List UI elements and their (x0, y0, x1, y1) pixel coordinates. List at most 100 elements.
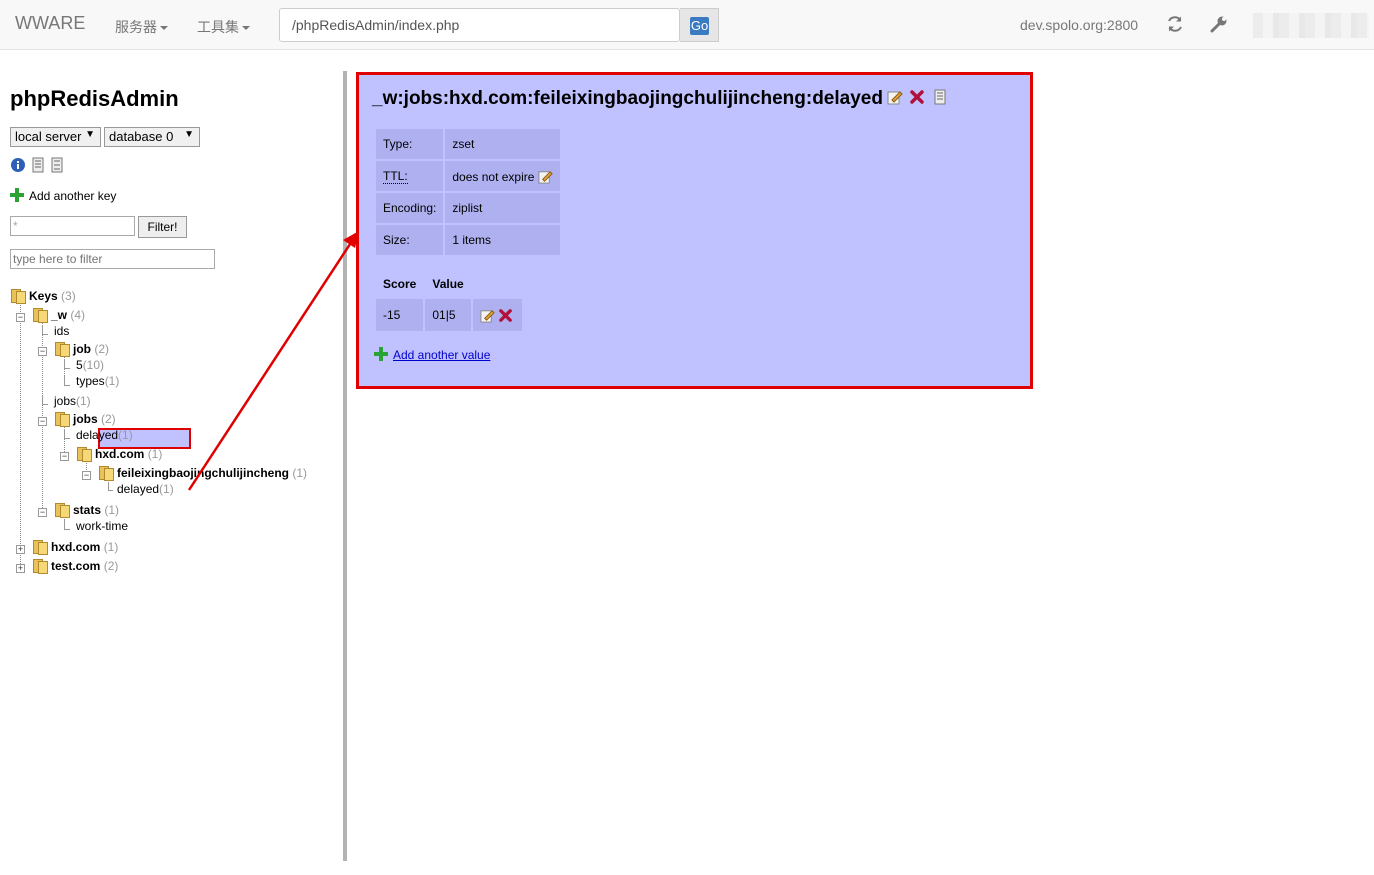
folder-icon (77, 446, 92, 462)
tree-node-jobs[interactable]: jobs (2) (55, 411, 116, 427)
tree-leaf-selected-delayed[interactable]: delayed(1) (108, 482, 174, 496)
collapse-toggle[interactable]: − (38, 347, 47, 356)
tree-line (20, 302, 21, 570)
col-score-header: Score (383, 277, 417, 291)
info-value: zset (445, 129, 561, 159)
tree-node-label: types (76, 374, 105, 388)
delete-value-icon[interactable] (498, 308, 513, 323)
info-value: does not expire (445, 161, 561, 191)
tree-node-w[interactable]: _w (4) (33, 307, 86, 323)
go-button[interactable]: Go (680, 8, 719, 42)
add-value-link[interactable]: Add another value (374, 347, 490, 362)
tree-node-hxd-top[interactable]: hxd.com (1) (33, 539, 118, 555)
info-label: Type: (376, 129, 444, 159)
tree-line (108, 482, 113, 491)
key-detail-panel: _w:jobs:hxd.com:feileixingbaojingchuliji… (356, 72, 1033, 389)
tree-node-count: (1) (118, 428, 133, 442)
zset-values-table: Score Value -15 01|5 (374, 269, 524, 333)
col-actions-header (473, 271, 522, 297)
export-key-icon[interactable] (932, 89, 948, 105)
tree-node-label: delayed (76, 428, 119, 442)
values-header-row: Score Value (376, 271, 522, 297)
tree-node-feilei[interactable]: feileixingbaojingchulijincheng (1) (99, 465, 308, 481)
tree-line (64, 429, 70, 439)
ttl-abbr: TTL: (383, 169, 408, 184)
tree-node-count: (2) (103, 559, 119, 573)
tree-line (64, 376, 70, 386)
wrench-icon[interactable] (1210, 15, 1228, 33)
expand-toggle[interactable]: + (16, 545, 25, 554)
server-host: dev.spolo.org:2800 (1020, 17, 1139, 33)
key-info-table: Type: zset TTL: does not expire Encoding: z… (374, 127, 562, 257)
tree-leaf-work-time[interactable]: work-time (76, 519, 128, 533)
folder-icon (99, 465, 114, 481)
tree-node-job[interactable]: job (2) (55, 341, 109, 357)
info-row-size: Size: 1 items (376, 225, 561, 255)
user-avatar-blurred[interactable] (1253, 13, 1369, 38)
info-row-encoding: Encoding: ziplist (376, 193, 561, 223)
col-value-header: Value (432, 277, 464, 291)
collapse-toggle[interactable]: − (38, 508, 47, 517)
tree-node-label: hxd.com (95, 447, 145, 461)
tree-leaf-jobs-delayed[interactable]: delayed(1) (76, 428, 133, 442)
expand-toggle[interactable]: + (16, 564, 25, 573)
folder-icon (11, 288, 26, 304)
tree-node-label: Keys (29, 289, 58, 303)
tree-node-count: (1) (104, 503, 120, 517)
tree-node-count: (1) (76, 394, 91, 408)
collapse-toggle[interactable]: − (82, 471, 91, 480)
plus-icon (374, 347, 388, 361)
tree-node-label: job (73, 342, 91, 356)
info-value: 1 items (445, 225, 561, 255)
folder-icon (33, 307, 48, 323)
tree-leaf-job-types[interactable]: types(1) (76, 374, 119, 388)
table-row: -15 01|5 (376, 299, 522, 331)
refresh-icon[interactable] (1166, 15, 1184, 33)
folder-icon (55, 502, 70, 518)
tree-node-count: (1) (159, 482, 174, 496)
tree-node-stats[interactable]: stats (1) (55, 502, 120, 518)
tree-leaf-jobs[interactable]: jobs(1) (54, 394, 91, 408)
collapse-toggle[interactable]: − (38, 417, 47, 426)
key-name: _w:jobs:hxd.com:feileixingbaojingchuliji… (372, 88, 883, 109)
tree-node-hxd-inner[interactable]: hxd.com (1) (77, 446, 163, 462)
info-label: TTL: (376, 161, 444, 191)
tree-leaf-ids[interactable]: ids (54, 324, 69, 338)
tree-node-count: (1) (104, 374, 120, 388)
tree-node-label: hxd.com (51, 540, 101, 554)
edit-value-icon[interactable] (480, 308, 495, 323)
pane-resizer[interactable] (343, 71, 347, 861)
tree-node-label: ids (54, 324, 70, 338)
folder-icon (55, 341, 70, 357)
ttl-value: does not expire (452, 169, 535, 184)
tree-line (64, 359, 70, 369)
delete-key-icon[interactable] (909, 89, 925, 105)
add-value-label[interactable]: Add another value (393, 348, 490, 362)
tree-leaf-job-5[interactable]: 5(10) (76, 358, 104, 372)
rename-pencil-icon[interactable] (887, 89, 903, 105)
row-value: 01|5 (425, 299, 471, 331)
tree-node-count: (1) (147, 447, 163, 461)
collapse-toggle[interactable]: − (60, 452, 69, 461)
tree-node-label: _w (51, 308, 68, 322)
folder-icon (33, 539, 48, 555)
go-button-label: Go (690, 17, 709, 35)
tree-node-label: stats (73, 503, 102, 517)
tree-node-test-top[interactable]: test.com (2) (33, 558, 119, 574)
info-value: ziplist (445, 193, 561, 223)
info-row-type: Type: zset (376, 129, 561, 159)
key-tree: − − − − − − + + Keys (3) _w (4) ids job … (0, 0, 340, 824)
tree-node-label: jobs (73, 412, 98, 426)
folder-icon (55, 411, 70, 427)
tree-node-keys[interactable]: Keys (3) (11, 288, 76, 304)
tree-node-label: 5 (76, 358, 83, 372)
row-actions (472, 299, 522, 331)
tree-node-label: work-time (76, 519, 129, 533)
row-score: -15 (376, 299, 424, 331)
tree-line (42, 395, 48, 405)
collapse-toggle[interactable]: − (16, 313, 25, 322)
tree-node-count: (4) (70, 308, 86, 322)
tree-node-count: (3) (61, 289, 76, 303)
tree-node-count: (1) (292, 466, 308, 480)
edit-ttl-icon[interactable] (538, 169, 553, 184)
